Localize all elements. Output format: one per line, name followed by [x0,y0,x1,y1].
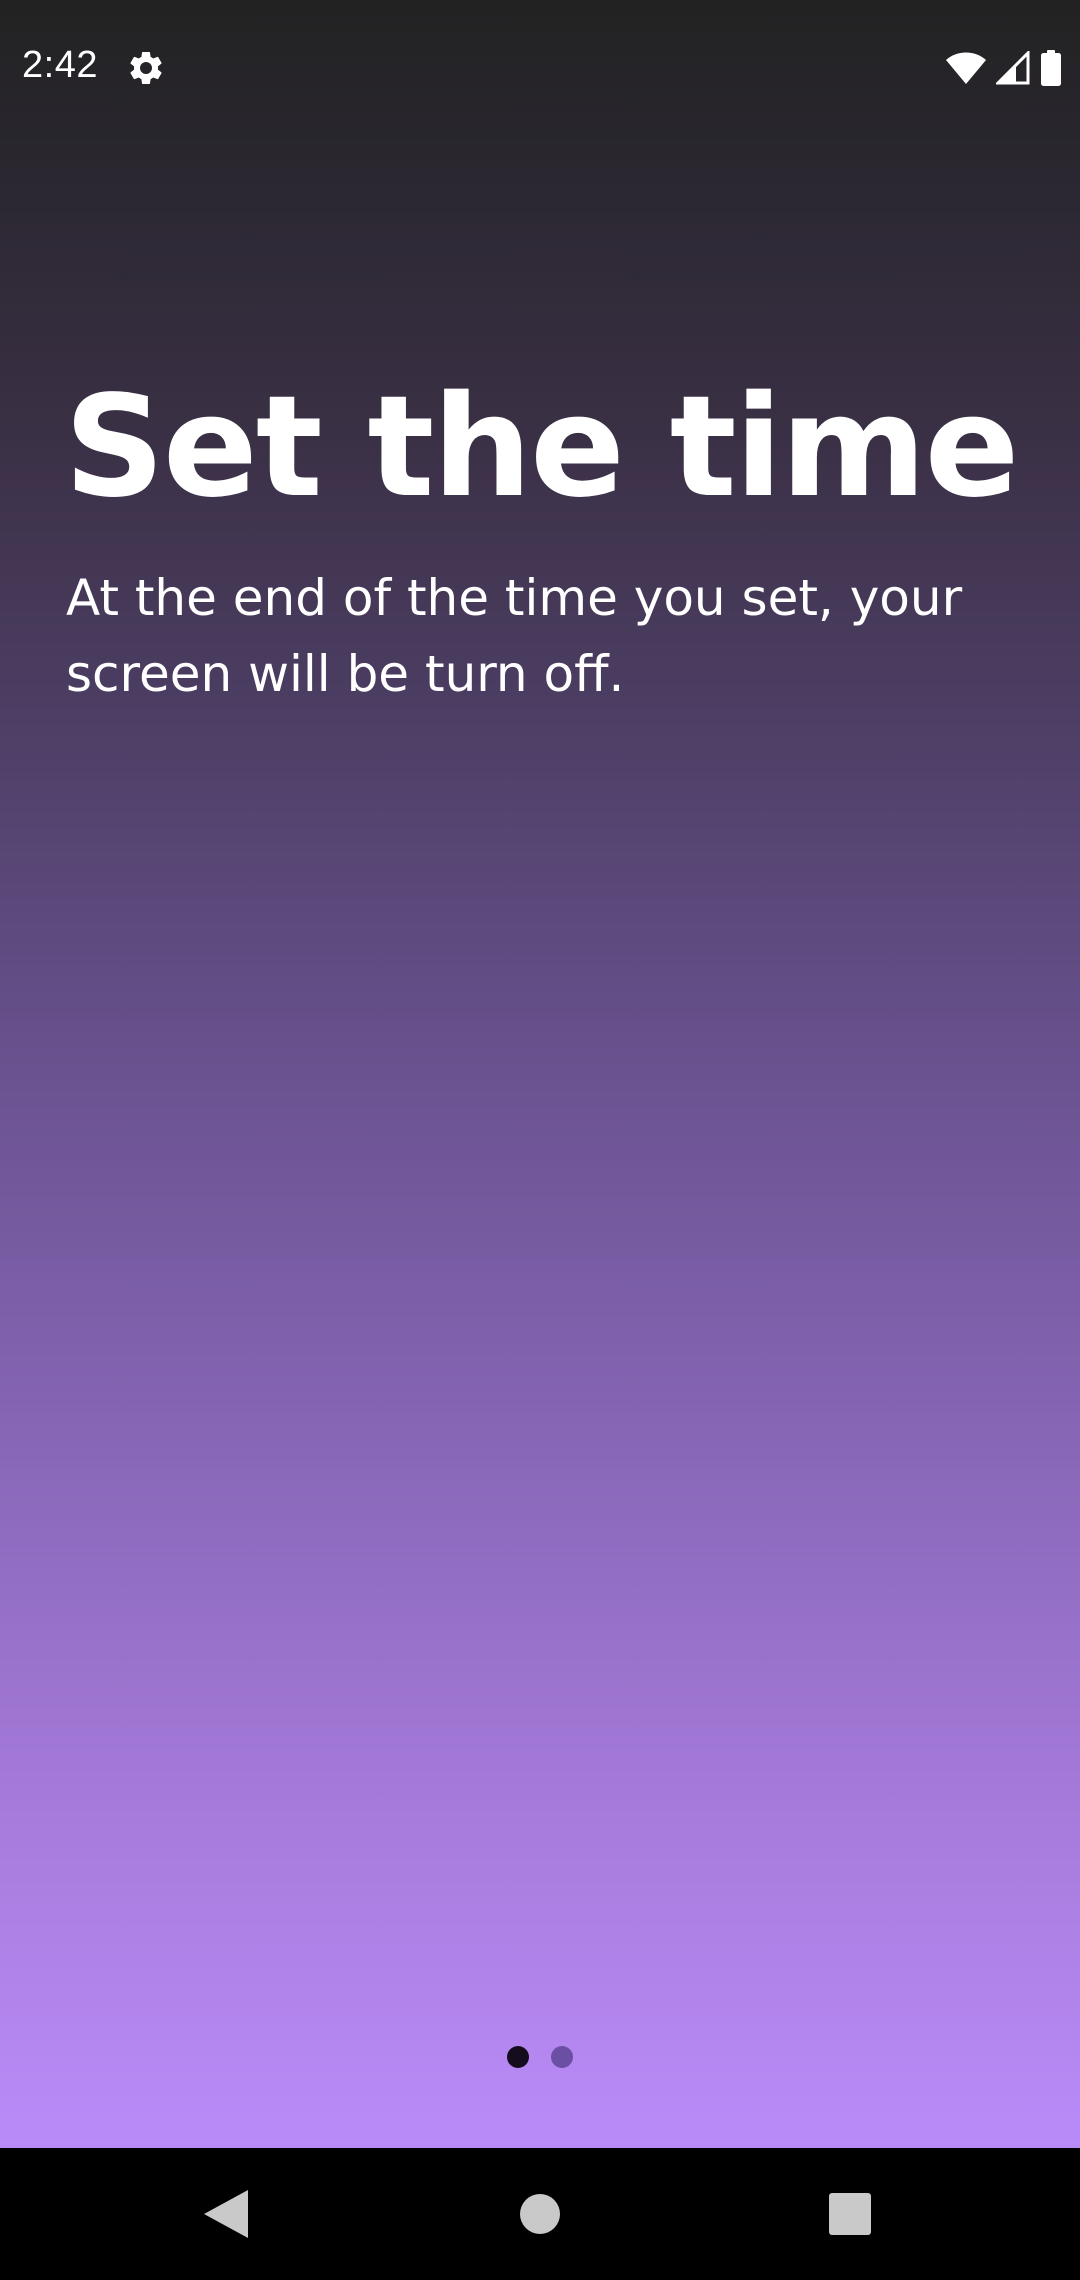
status-bar: 2:42 [0,0,1080,136]
back-icon [204,2190,248,2238]
recents-button[interactable] [770,2148,930,2280]
status-icons [946,48,1062,88]
home-icon [520,2194,560,2234]
page-indicator [0,2046,1080,2070]
battery-icon [1041,50,1061,86]
onboarding-subtitle: At the end of the time you set, your scr… [66,569,963,703]
page-dot-inactive[interactable] [551,2046,573,2068]
recents-icon [829,2193,871,2235]
onboarding-title: Set the time [64,366,1019,529]
home-button[interactable] [460,2148,620,2280]
settings-gear-icon [130,51,162,84]
onboarding-screen: 2:42 Set the time At the end of the time… [0,0,1080,2148]
navigation-bar [0,2148,1080,2280]
wifi-icon [946,52,986,84]
cellular-signal-icon [996,51,1030,85]
status-time: 2:42 [22,44,98,86]
back-button[interactable] [146,2148,306,2280]
page-dot-active[interactable] [507,2046,529,2068]
